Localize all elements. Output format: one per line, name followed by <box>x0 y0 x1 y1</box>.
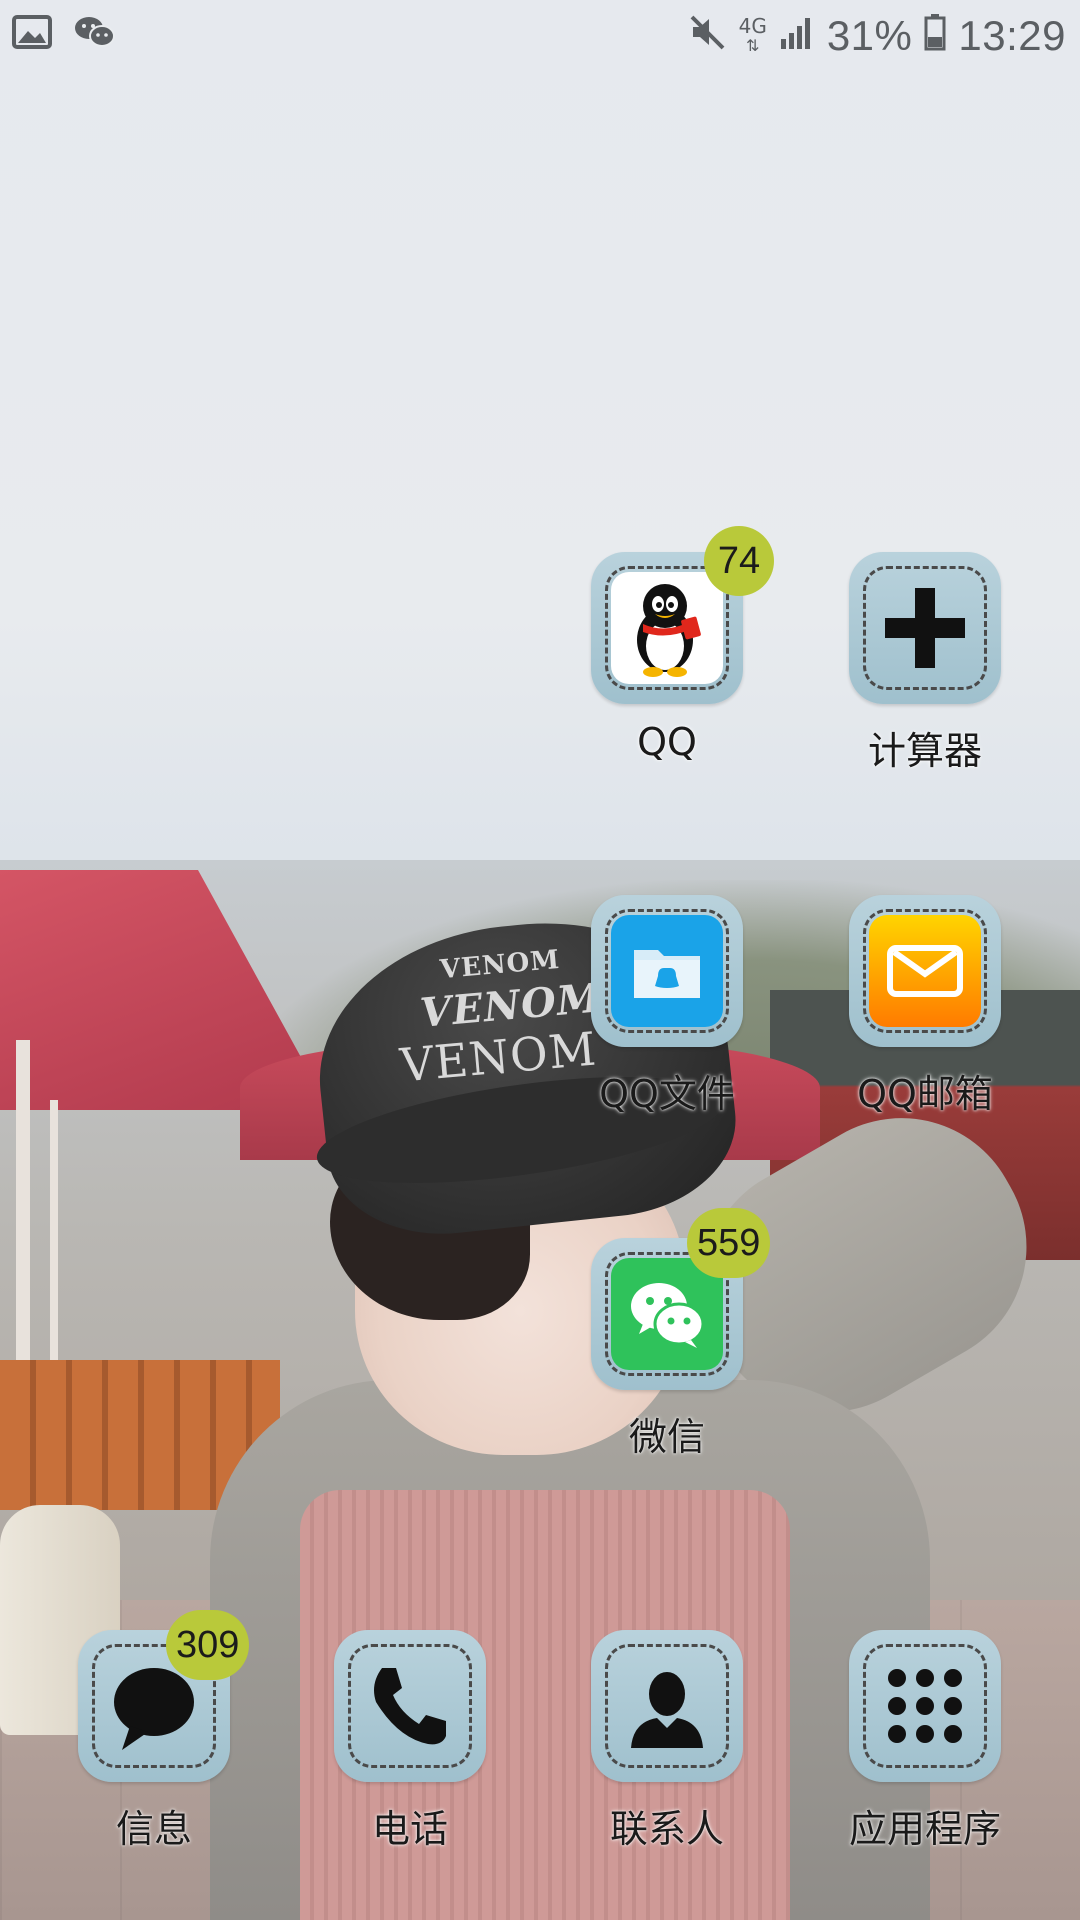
app-qq-mail[interactable]: QQ邮箱 <box>825 895 1025 1118</box>
app-tile[interactable] <box>849 895 1001 1047</box>
app-label: 信息 <box>115 1807 192 1851</box>
app-calculator[interactable]: 计算器 <box>825 552 1025 775</box>
wechat-icon <box>611 1258 723 1370</box>
data-arrows-icon: ⇅ <box>746 36 760 55</box>
dock-contacts[interactable]: 联系人 <box>567 1630 767 1853</box>
battery-icon <box>924 12 946 61</box>
app-qq-files[interactable]: QQ文件 <box>567 895 767 1118</box>
image-icon <box>12 14 52 54</box>
plus-icon <box>869 572 981 684</box>
network-type: 4G ⇅ <box>739 16 767 56</box>
folder-icon <box>611 915 723 1027</box>
notification-icons <box>12 14 116 54</box>
app-tile[interactable] <box>334 1630 486 1782</box>
app-tile[interactable] <box>849 552 1001 704</box>
phone-icon <box>354 1650 466 1762</box>
notification-badge: 559 <box>687 1208 771 1278</box>
app-tile[interactable] <box>849 1630 1001 1782</box>
app-tile[interactable] <box>591 895 743 1047</box>
battery-percent: 31% <box>826 12 913 59</box>
notification-badge: 74 <box>704 526 774 596</box>
mute-icon <box>689 12 727 61</box>
mail-icon <box>869 915 981 1027</box>
dock-phone[interactable]: 电话 <box>310 1630 510 1853</box>
wechat-icon <box>74 14 116 54</box>
app-label: 应用程序 <box>848 1807 1001 1851</box>
qq-penguin-icon <box>611 572 723 684</box>
network-type-label: 4G <box>738 14 767 38</box>
app-wechat[interactable]: 559 微信 <box>567 1208 771 1461</box>
app-label: 计算器 <box>867 729 982 773</box>
app-tile[interactable] <box>591 1630 743 1782</box>
app-label: 联系人 <box>609 1807 724 1851</box>
dock-app-drawer[interactable]: 应用程序 <box>825 1630 1025 1853</box>
wallpaper-pole <box>50 1100 58 1400</box>
app-label: QQ文件 <box>599 1072 735 1116</box>
dock-messages[interactable]: 309 信息 <box>54 1610 254 1853</box>
notification-badge: 309 <box>166 1610 250 1680</box>
app-label: 电话 <box>371 1807 448 1851</box>
app-label: 微信 <box>628 1415 705 1459</box>
clock: 13:29 <box>958 12 1066 59</box>
app-label: QQ <box>637 720 697 764</box>
app-qq[interactable]: 74 QQ <box>567 526 774 764</box>
status-bar: 4G ⇅ 31% 13:29 <box>0 0 1080 72</box>
system-status: 4G ⇅ 31% 13:29 <box>689 8 1066 64</box>
contact-icon <box>611 1650 723 1762</box>
app-label: QQ邮箱 <box>857 1072 993 1116</box>
signal-icon <box>779 12 815 61</box>
app-grid-icon <box>869 1650 981 1762</box>
